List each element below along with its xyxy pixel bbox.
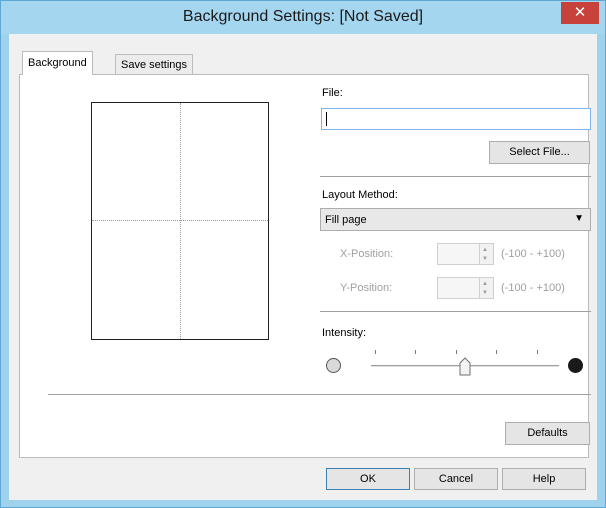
preview-horizontal-guide: [92, 220, 268, 221]
slider-tick: [415, 350, 416, 354]
separator-layout: [320, 311, 591, 312]
intensity-label: Intensity:: [322, 327, 367, 339]
tab-background[interactable]: Background: [22, 51, 93, 75]
x-position-label: X-Position:: [340, 248, 394, 260]
ok-button[interactable]: OK: [326, 468, 410, 490]
layout-method-label: Layout Method:: [322, 189, 398, 201]
tab-save-settings[interactable]: Save settings: [115, 54, 194, 74]
chevron-down-icon: ▼: [574, 213, 584, 224]
close-button[interactable]: ✕: [561, 2, 599, 24]
y-position-spin-buttons[interactable]: ▲ ▼: [479, 278, 493, 298]
dialog-body: Background Save settings File: Select Fi…: [9, 34, 597, 500]
title-bar[interactable]: Background Settings: [Not Saved] ✕: [1, 1, 605, 34]
y-position-range: (-100 - +100): [501, 282, 565, 294]
y-position-spinner[interactable]: ▲ ▼: [437, 277, 494, 299]
select-file-button[interactable]: Select File...: [489, 141, 590, 164]
slider-tick: [456, 350, 457, 354]
layout-method-value: Fill page: [325, 214, 367, 226]
text-caret: [326, 112, 327, 126]
background-tab-panel: File: Select File... Layout Method: Fill…: [19, 74, 591, 458]
light-circle-icon: [326, 358, 341, 373]
x-position-spinner[interactable]: ▲ ▼: [437, 243, 494, 265]
separator-bottom: [48, 394, 591, 395]
file-label: File:: [322, 87, 343, 99]
file-input[interactable]: [321, 108, 591, 130]
x-position-spin-buttons[interactable]: ▲ ▼: [479, 244, 493, 264]
preview-vertical-guide: [180, 103, 181, 339]
x-position-range: (-100 - +100): [501, 248, 565, 260]
y-position-label: Y-Position:: [340, 282, 393, 294]
layout-method-select[interactable]: Fill page ▼: [320, 208, 591, 231]
dialog-title: Background Settings: [Not Saved]: [182, 8, 424, 25]
separator-file: [320, 176, 591, 177]
slider-tick: [496, 350, 497, 354]
dark-circle-icon: [568, 358, 583, 373]
close-icon: ✕: [573, 4, 587, 21]
dialog-window: Background Settings: [Not Saved] ✕ Backg…: [0, 0, 606, 508]
page-preview: [91, 102, 269, 340]
slider-thumb[interactable]: [459, 357, 471, 376]
cancel-button[interactable]: Cancel: [414, 468, 498, 490]
help-button[interactable]: Help: [502, 468, 586, 490]
slider-tick: [375, 350, 376, 354]
slider-tick: [537, 350, 538, 354]
defaults-button[interactable]: Defaults: [505, 422, 590, 445]
